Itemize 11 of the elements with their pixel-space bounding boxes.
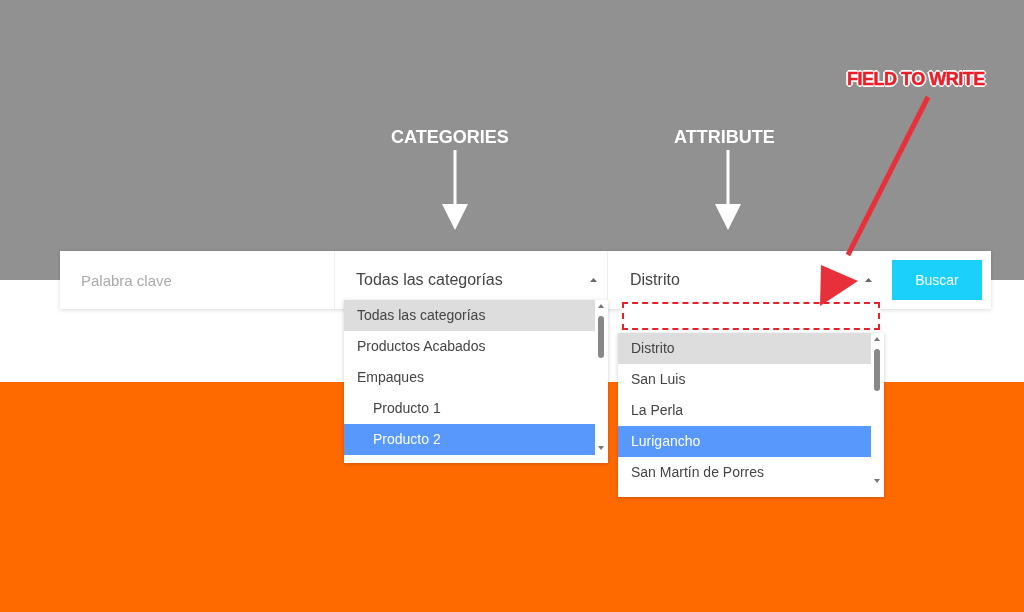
dropdown-option[interactable]: Distrito [618,333,871,364]
annotation-label: FIELD TO WRITE [847,68,985,91]
annotation-label: ATTRIBUTE [674,126,775,149]
attribute-select[interactable]: Distrito [630,268,680,292]
scrollbar-drawing[interactable] [872,335,882,485]
search-field[interactable] [622,302,880,330]
annotation-label: CATEGORIES [391,126,509,149]
category-select[interactable]: Todas las categorías [356,268,503,292]
keyword-field[interactable]: Palabra clave [60,251,335,309]
scrollbar-drawing[interactable] [596,302,606,452]
dropdown-option[interactable]: Todas las categorías [344,300,595,331]
